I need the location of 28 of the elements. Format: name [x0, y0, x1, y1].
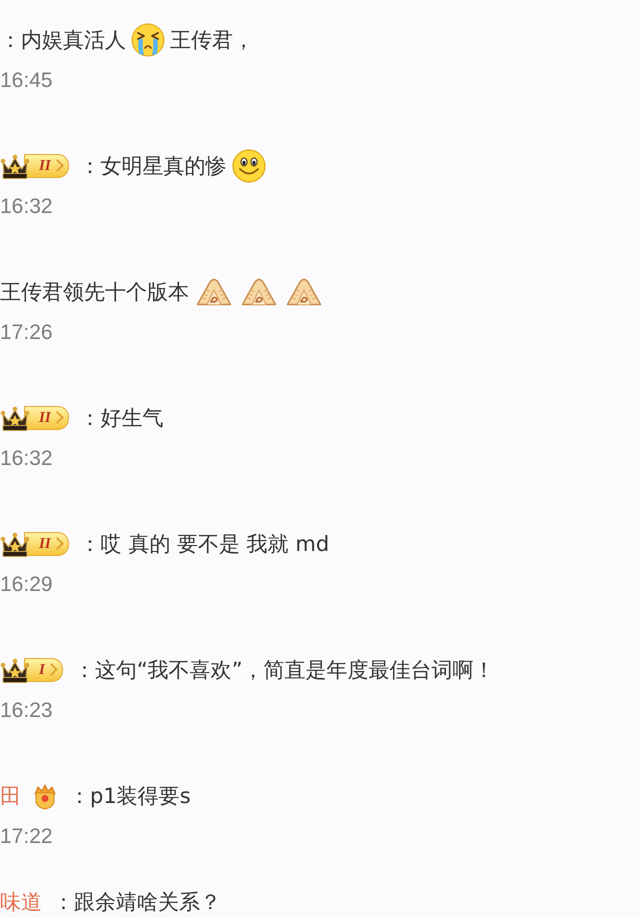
comment-time: 16:29: [0, 572, 53, 598]
crown-shield-icon: [32, 782, 58, 810]
comment-time: 16:45: [0, 68, 53, 94]
comment-text: ：跟余靖啥关系？: [53, 889, 221, 916]
user-name[interactable]: 田: [0, 782, 21, 810]
comment-text: ：好生气: [80, 405, 164, 432]
folded-hands-icon: [196, 278, 232, 306]
crying-face-icon: [131, 23, 165, 57]
comment-text: ：内娱真活人: [0, 27, 126, 54]
comment-text: ：哎 真的 要不是 我就 md: [80, 531, 330, 558]
member-level: I: [24, 658, 63, 682]
member-level: II: [24, 154, 69, 178]
smiling-face-icon: [232, 149, 266, 183]
comment-time: 16:32: [0, 194, 53, 220]
comment-text: 王传君，: [170, 27, 254, 54]
comment-time: 17:26: [0, 320, 53, 346]
comment-time: 16:32: [0, 446, 53, 472]
comment-text: ：这句“我不喜欢”，简直是年度最佳台词啊！: [74, 657, 495, 684]
comment-time: 16:23: [0, 698, 53, 724]
member-level: II: [24, 532, 69, 556]
comment-time: 17:22: [0, 824, 53, 850]
folded-hands-icon: [241, 278, 277, 306]
folded-hands-icon: [286, 278, 322, 306]
member-level: II: [24, 406, 69, 430]
comment-text: ：女明星真的惨: [80, 153, 227, 180]
comment-text: ：p1装得要s: [69, 783, 191, 810]
comment-text: 王传君领先十个版本: [0, 279, 189, 306]
user-name[interactable]: 味道: [0, 888, 42, 916]
